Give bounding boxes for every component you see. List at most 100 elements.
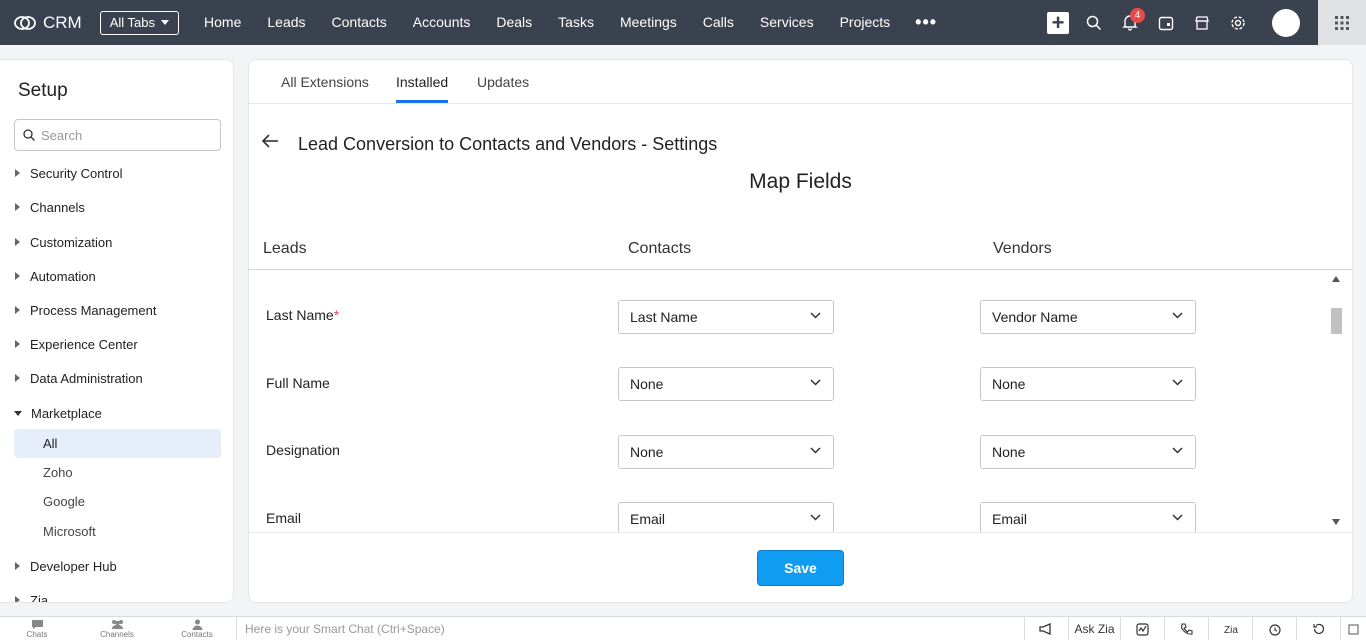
sidebar-item-customization[interactable]: Customization [0,231,233,253]
tab-projects[interactable]: Projects [827,0,904,45]
sidebar-item-developer-hub[interactable]: Developer Hub [0,555,233,577]
expand-arrow-icon [15,272,20,280]
sidebar-item-label: Customization [30,234,113,250]
scrollbar-thumb[interactable] [1331,308,1342,334]
calendar-button[interactable] [1148,0,1184,45]
sidebar-item-label: Data Administration [30,370,143,386]
collapse-arrow-icon [14,410,22,416]
scroll-down-arrow-icon [1332,519,1340,525]
sidebar-item-marketplace[interactable]: Marketplace [0,402,233,424]
chevron-down-icon [1172,514,1183,521]
reminders-button[interactable] [1252,617,1296,640]
sidebar-item-label: Security Control [30,165,123,181]
top-navigation-bar: CRM All Tabs Home Leads Contacts Account… [0,0,1366,45]
more-tabs-button[interactable]: ••• [903,12,949,33]
contacts-field-dropdown[interactable]: Last Name [618,300,834,334]
tab-calls[interactable]: Calls [690,0,747,45]
notes-button[interactable] [1340,617,1366,640]
chat-icon [31,620,43,629]
tab-accounts[interactable]: Accounts [400,0,484,45]
phone-icon [1180,622,1193,635]
search-icon [23,129,35,141]
lead-field-label: Full Name [266,375,330,391]
tab-services[interactable]: Services [747,0,827,45]
sidebar-subitem-all[interactable]: All [14,429,221,458]
sidebar-item-channels[interactable]: Channels [0,196,233,218]
sidebar-item-label: Automation [30,268,96,284]
sidebar-item-label: Developer Hub [30,558,117,574]
sidebar-subitem-microsoft[interactable]: Microsoft [14,517,221,546]
tab-updates[interactable]: Updates [477,74,529,103]
quick-create-button[interactable]: + [1040,0,1076,45]
search-icon [1086,15,1102,30]
sidebar-search-input[interactable] [41,127,211,143]
sidebar-subitem-zoho[interactable]: Zoho [14,458,221,487]
zia-button[interactable]: Zia [1208,617,1252,640]
ask-zia-button[interactable]: Ask Zia [1068,617,1120,640]
save-button[interactable]: Save [757,550,844,586]
sidebar-search[interactable] [14,119,221,151]
contacts-field-dropdown[interactable]: Email [618,502,834,532]
tab-contacts[interactable]: Contacts [319,0,400,45]
contacts-field-dropdown[interactable]: None [618,367,834,401]
caret-down-icon [161,20,170,25]
tab-home[interactable]: Home [191,0,254,45]
lead-field-label: Last Name* [266,307,340,323]
sidebar-item-security-control[interactable]: Security Control [0,162,233,184]
sidebar-item-automation[interactable]: Automation [0,265,233,287]
setup-sidebar: Setup Security Control Channels Customiz… [0,59,234,603]
crm-logo[interactable]: CRM [14,13,82,33]
notifications-button[interactable]: 4 [1112,0,1148,45]
chevron-down-icon [1172,379,1183,386]
tab-tasks[interactable]: Tasks [545,0,607,45]
announcement-button[interactable] [1024,617,1068,640]
vendors-field-dropdown[interactable]: None [980,435,1196,469]
smart-chat-input[interactable]: Here is your Smart Chat (Ctrl+Space) [236,617,1020,640]
expand-arrow-icon [15,306,20,314]
back-arrow-icon [261,134,278,148]
channels-label: Channels [100,630,134,639]
chats-button[interactable]: Chats [7,619,67,639]
apps-grid-button[interactable] [1318,0,1366,45]
sidebar-title: Setup [18,80,68,101]
channels-button[interactable]: Channels [87,619,147,639]
footer-divider [249,532,1352,533]
all-tabs-button[interactable]: All Tabs [99,10,180,35]
recent-items-button[interactable] [1296,617,1340,640]
activity-button[interactable] [1164,617,1208,640]
vendors-field-dropdown[interactable]: Email [980,502,1196,532]
plus-icon: + [1047,11,1069,34]
sidebar-item-label: Channels [30,199,85,215]
megaphone-icon [1039,623,1051,635]
avatar[interactable] [1272,8,1300,37]
mapping-scrollbar[interactable] [1330,274,1342,529]
chats-label: Chats [26,630,48,639]
sidebar-item-zia[interactable]: Zia [0,589,233,602]
vendors-field-dropdown[interactable]: None [980,367,1196,401]
sidebar-item-experience-center[interactable]: Experience Center [0,333,233,355]
vendors-field-dropdown[interactable]: Vendor Name [980,300,1196,334]
contacts-button[interactable]: Contacts [167,619,227,639]
mapping-row: Email Email Email [249,502,1335,532]
tab-leads[interactable]: Leads [254,0,318,45]
sidebar-item-label: Marketplace [31,405,102,421]
notes-icon [1348,624,1359,634]
back-button[interactable] [261,133,279,154]
signals-button[interactable] [1120,617,1164,640]
sidebar-item-process-management[interactable]: Process Management [0,299,233,321]
search-button[interactable] [1076,0,1112,45]
sidebar-subitem-google[interactable]: Google [14,487,221,516]
expand-arrow-icon [15,169,20,177]
lead-field-label: Designation [266,442,340,458]
expand-arrow-icon [15,340,20,348]
settings-button[interactable] [1220,0,1256,45]
marketplace-button[interactable] [1184,0,1220,45]
tab-all-extensions[interactable]: All Extensions [281,74,369,103]
sidebar-item-data-administration[interactable]: Data Administration [0,367,233,389]
tab-installed[interactable]: Installed [396,74,449,103]
tab-meetings[interactable]: Meetings [607,0,690,45]
contacts-field-dropdown[interactable]: None [618,435,834,469]
expand-arrow-icon [15,238,20,246]
tab-deals[interactable]: Deals [483,0,545,45]
field-mapping-list: Last Name* Last Name Vendor Name Full Na… [249,270,1335,532]
